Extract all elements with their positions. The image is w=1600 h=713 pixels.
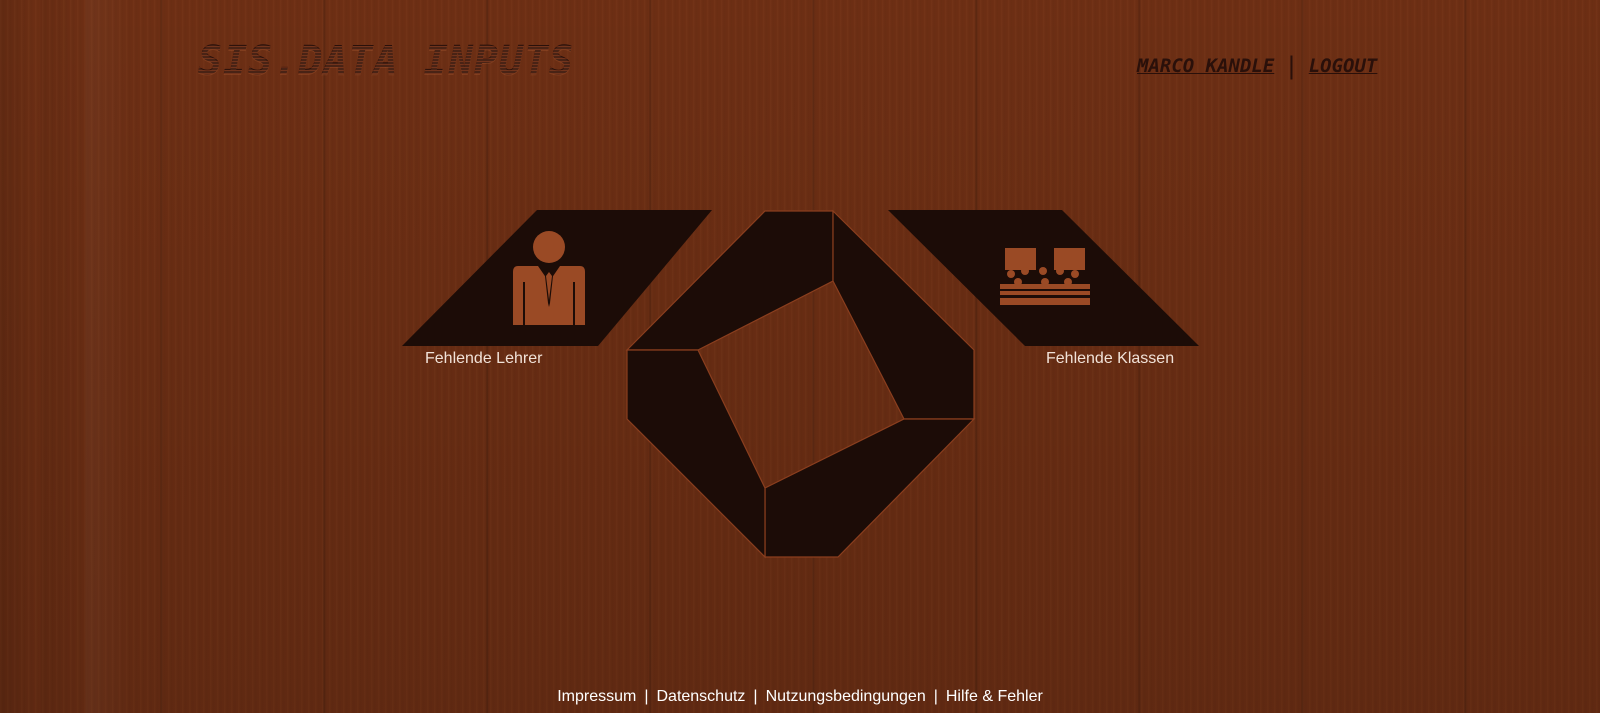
teachers-tile-label[interactable]: Fehlende Lehrer — [425, 350, 542, 368]
footer-link-datenschutz[interactable]: Datenschutz — [656, 688, 745, 705]
logo-face-bottom-left — [626, 349, 766, 559]
main-graphic — [402, 209, 1199, 559]
footer-link-nutzungsbedingungen[interactable]: Nutzungsbedingungen — [766, 688, 926, 705]
geometric-diamond-logo — [625, 209, 976, 559]
footer-link-hilfe[interactable]: Hilfe & Fehler — [946, 688, 1043, 705]
footer-link-impressum[interactable]: Impressum — [557, 688, 636, 705]
logo-face-bottom-right — [764, 418, 976, 558]
footer-separator: | — [933, 688, 938, 705]
footer-separator: | — [644, 688, 649, 705]
footer-links: Impressum | Datenschutz | Nutzungsbedingunge… — [0, 688, 1600, 706]
classes-tile-label[interactable]: Fehlende Klassen — [1046, 350, 1174, 368]
footer-separator: | — [753, 688, 758, 705]
